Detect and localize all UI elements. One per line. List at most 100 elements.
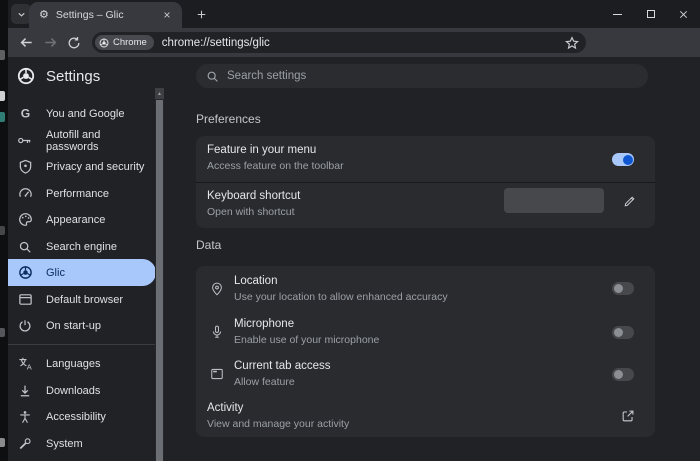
url-text: chrome://settings/glic <box>162 37 270 49</box>
current-tab-icon <box>209 366 225 382</box>
location-row: Location Use your location to allow enha… <box>196 266 655 311</box>
close-button[interactable] <box>667 0 700 28</box>
settings-search[interactable] <box>196 64 648 88</box>
microphone-icon <box>209 324 225 340</box>
toggle-knob <box>614 328 623 337</box>
window-controls <box>601 0 700 28</box>
row-title: Microphone <box>234 318 379 330</box>
row-subtitle: Use your location to allow enhanced accu… <box>234 291 448 303</box>
tab-title: Settings – Glic <box>56 9 159 21</box>
scrollbar-thumb[interactable] <box>156 100 163 461</box>
reload-icon <box>67 36 81 50</box>
data-card: Location Use your location to allow enha… <box>196 266 655 437</box>
svg-text:A: A <box>26 363 31 371</box>
sidebar-item-default-browser[interactable]: Default browser <box>8 286 156 313</box>
sidebar-divider <box>8 344 156 345</box>
activity-row[interactable]: Activity View and manage your activity <box>196 395 655 437</box>
download-icon <box>17 383 33 399</box>
gear-favicon-icon: ⚙ <box>39 10 49 21</box>
site-chip-label: Chrome <box>113 37 147 48</box>
sidebar-item-languages[interactable]: A Languages <box>8 350 156 377</box>
tab-close-icon[interactable]: × <box>159 7 175 23</box>
sidebar-item-privacy[interactable]: Privacy and security <box>8 153 156 180</box>
reload-button[interactable] <box>62 31 86 55</box>
background-window-sliver <box>0 50 5 60</box>
background-window-sliver <box>0 328 5 337</box>
chrome-logo-icon <box>99 38 109 48</box>
microphone-toggle[interactable] <box>612 326 634 339</box>
minimize-button[interactable] <box>601 0 634 28</box>
sidebar-item-glic[interactable]: Glic <box>8 259 156 286</box>
page-title: Settings <box>46 68 100 85</box>
bookmark-star-button[interactable] <box>565 36 579 50</box>
tab-settings-glic[interactable]: ⚙ Settings – Glic × <box>29 2 182 28</box>
pencil-icon <box>623 195 636 208</box>
forward-arrow-icon <box>43 35 58 50</box>
sidebar-item-on-startup[interactable]: On start-up <box>8 312 156 339</box>
sidebar-item-system[interactable]: System <box>8 430 156 457</box>
sidebar-item-performance[interactable]: Performance <box>8 180 156 207</box>
row-title: Keyboard shortcut <box>207 190 300 202</box>
preferences-card: Feature in your menu Access feature on t… <box>196 136 655 228</box>
feature-in-menu-toggle[interactable] <box>612 153 634 166</box>
current-tab-toggle[interactable] <box>612 368 634 381</box>
minimize-icon <box>613 14 622 15</box>
toggle-knob <box>623 155 633 165</box>
toggle-knob <box>614 284 623 293</box>
row-subtitle: Access feature on the toolbar <box>207 160 344 172</box>
google-g-icon: G <box>17 106 33 122</box>
sidebar-item-search-engine[interactable]: Search engine <box>8 233 156 260</box>
sidebar-item-downloads[interactable]: Downloads <box>8 377 156 404</box>
background-window-sliver <box>0 226 5 235</box>
location-toggle[interactable] <box>612 282 634 295</box>
chevron-down-icon <box>16 9 27 20</box>
background-window-sliver <box>0 112 5 122</box>
new-tab-button[interactable] <box>192 5 210 23</box>
sidebar-item-accessibility[interactable]: Accessibility <box>8 403 156 430</box>
background-window-sliver <box>0 438 5 447</box>
shield-icon <box>17 159 33 175</box>
star-icon <box>565 36 579 50</box>
sidebar-item-autofill[interactable]: Autofill and passwords <box>8 127 156 154</box>
settings-main: Preferences Feature in your menu Access … <box>166 57 700 461</box>
row-subtitle: Enable use of your microphone <box>234 334 379 346</box>
plus-icon <box>195 8 208 21</box>
tab-strip: ⚙ Settings – Glic × <box>8 0 700 28</box>
edit-shortcut-button[interactable] <box>621 193 637 209</box>
magnifier-icon <box>17 239 33 255</box>
wrench-icon <box>17 436 33 452</box>
row-title: Location <box>234 275 448 287</box>
palette-icon <box>17 212 33 228</box>
row-title: Current tab access <box>234 360 331 372</box>
current-tab-row: Current tab access Allow feature <box>196 353 655 395</box>
accessibility-person-icon <box>17 409 33 425</box>
address-bar[interactable]: Chrome chrome://settings/glic <box>92 32 586 53</box>
row-subtitle: Open with shortcut <box>207 206 300 218</box>
sidebar-item-appearance[interactable]: Appearance <box>8 206 156 233</box>
forward-button[interactable] <box>38 31 62 55</box>
row-subtitle: Allow feature <box>234 376 331 388</box>
tab-search-button[interactable] <box>11 4 31 24</box>
power-icon <box>17 318 33 334</box>
back-button[interactable] <box>14 31 38 55</box>
toggle-knob <box>614 370 623 379</box>
search-settings-input[interactable] <box>227 70 638 82</box>
key-icon <box>17 133 33 149</box>
translate-icon: A <box>17 356 33 372</box>
maximize-button[interactable] <box>634 0 667 28</box>
background-window-sliver <box>0 91 5 101</box>
site-chip[interactable]: Chrome <box>95 35 154 50</box>
svg-text:G: G <box>20 107 29 121</box>
browser-icon <box>17 292 33 308</box>
speedometer-icon <box>17 186 33 202</box>
back-arrow-icon <box>19 35 34 50</box>
keyboard-shortcut-input[interactable] <box>504 188 604 213</box>
microphone-row: Microphone Enable use of your microphone <box>196 311 655 353</box>
row-title: Feature in your menu <box>207 144 344 156</box>
activity-external-link-button[interactable] <box>620 408 636 424</box>
sidebar-scrollbar[interactable]: ▲ <box>155 88 164 461</box>
scroll-up-icon[interactable]: ▲ <box>155 88 164 99</box>
sidebar-item-you-and-google[interactable]: G You and Google <box>8 100 156 127</box>
search-icon <box>206 70 219 83</box>
section-heading-data: Data <box>196 238 221 252</box>
